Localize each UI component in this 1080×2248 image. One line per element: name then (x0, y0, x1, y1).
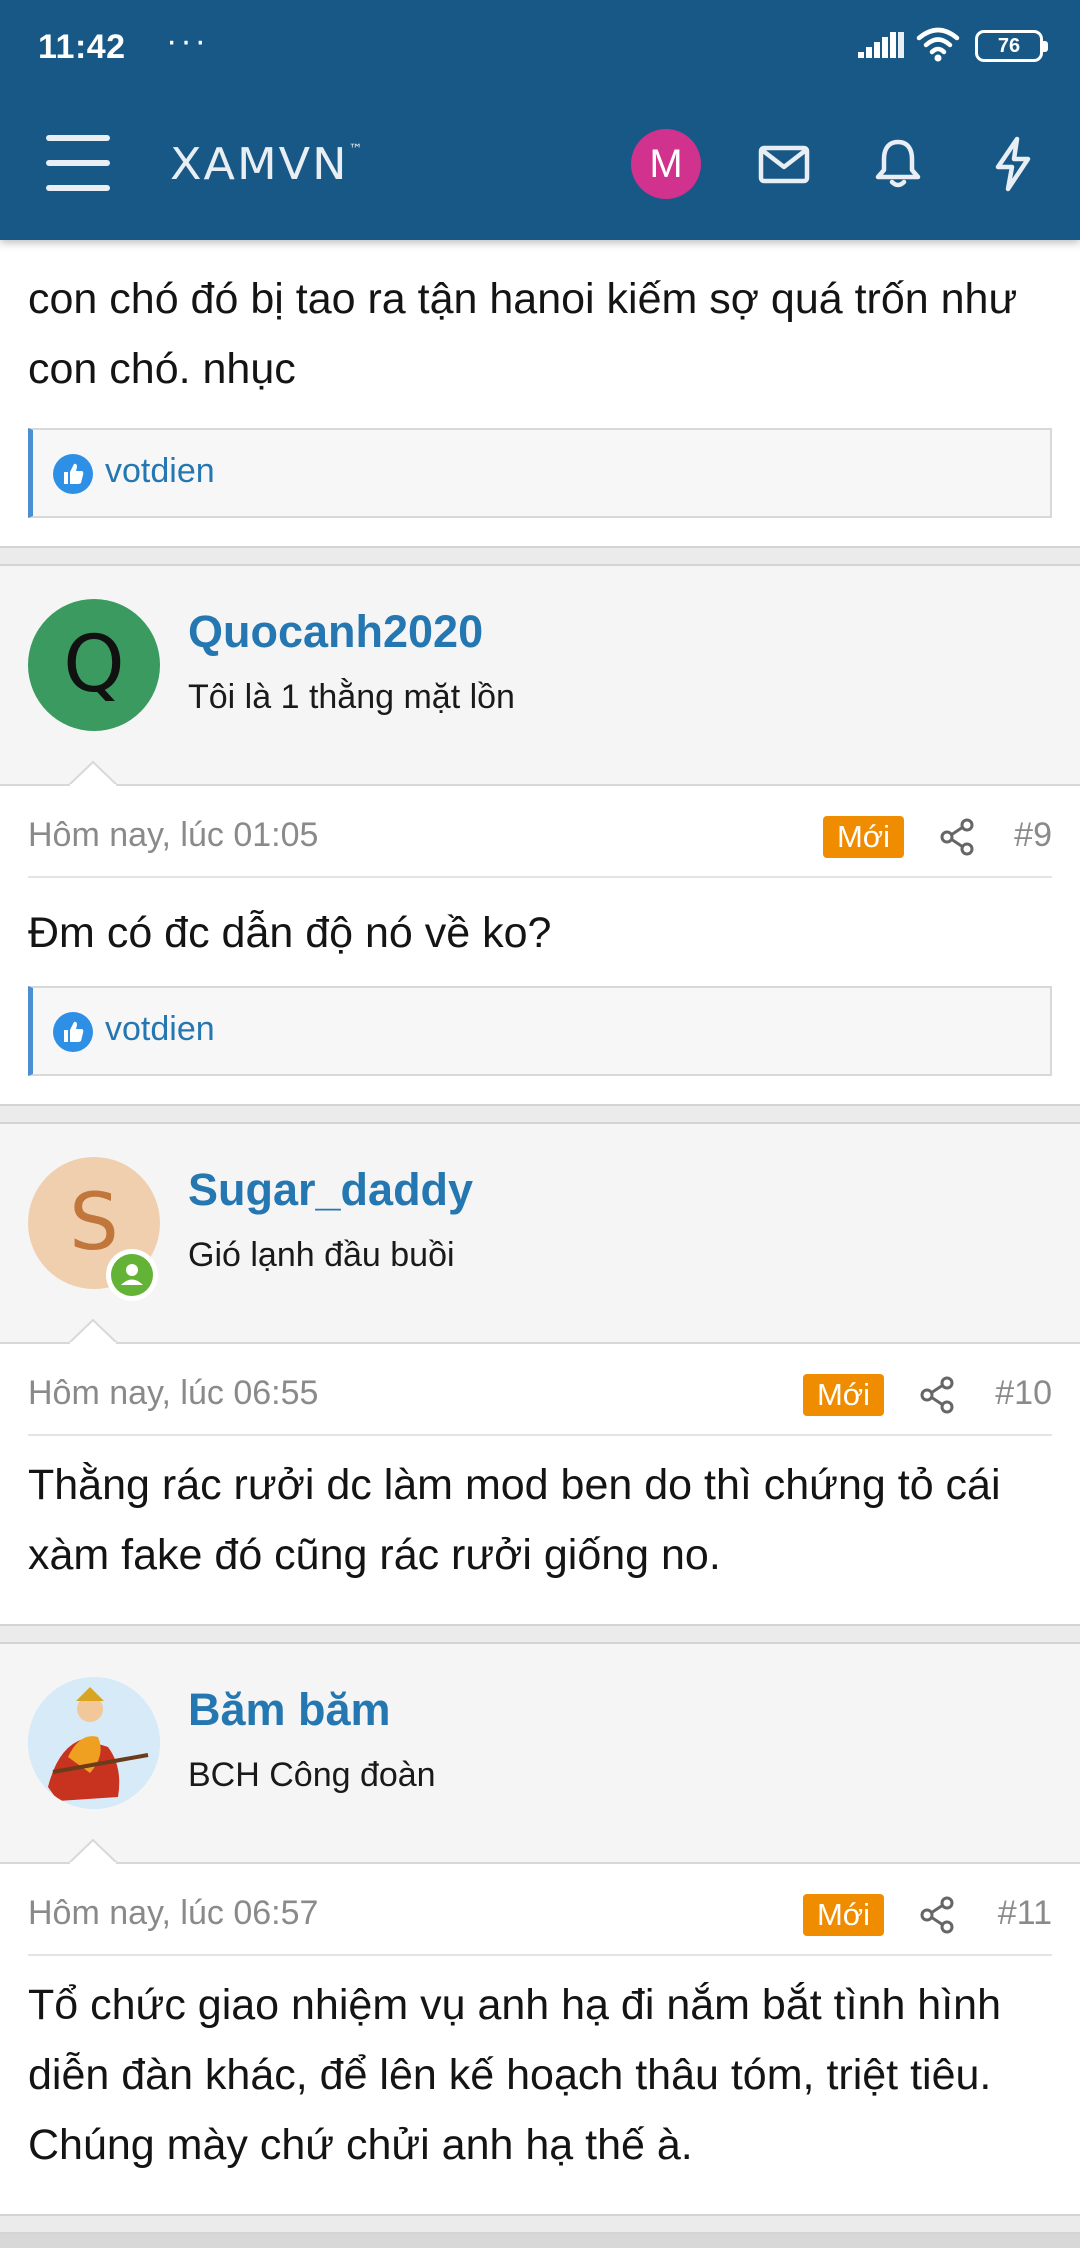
post-separator (0, 1104, 1080, 1124)
post-number[interactable]: #10 (995, 1374, 1052, 1413)
post-message: Tổ chức giao nhiệm vụ anh hạ đi nắm bắt … (28, 1981, 1002, 2169)
menu-icon[interactable] (46, 135, 112, 191)
status-more-icon: ··· (166, 22, 209, 60)
post-message: con chó đó bị tao ra tận hanoi kiếm sợ q… (28, 275, 1018, 393)
post-message: Thằng rác rưởi dc làm mod ben do thì chứ… (28, 1461, 1001, 1579)
status-bar: 11:42 ··· 76 (0, 0, 1080, 95)
post-separator (0, 546, 1080, 566)
author-title: BCH Công đoàn (188, 1756, 436, 1794)
author-username[interactable]: Băm băm (188, 1684, 391, 1736)
bell-icon[interactable] (869, 135, 927, 193)
reaction-user[interactable]: votdien (105, 452, 215, 491)
post-11: Hôm nay, lúc 06:57 Mới #11 Tổ chức giao … (0, 1864, 1080, 2214)
author-title: Tôi là 1 thằng mặt lồn (188, 678, 515, 716)
app-header: XAMVN™ M (0, 95, 1080, 240)
new-badge: Mới (802, 1374, 884, 1416)
reaction-bar[interactable]: votdien (28, 986, 1052, 1076)
post-author: Băm băm BCH Công đoàn (0, 1644, 1080, 1864)
author-username[interactable]: Sugar_daddy (188, 1164, 473, 1216)
post-9: Hôm nay, lúc 01:05 Mới #9 Đm có đc dẫn đ… (0, 786, 1080, 1104)
arrow-notch (68, 760, 118, 786)
user-avatar[interactable]: M (631, 129, 701, 199)
arrow-notch (68, 1838, 118, 1864)
signal-icon (858, 32, 904, 58)
author-username[interactable]: Quocanh2020 (188, 606, 483, 658)
post-meta: Hôm nay, lúc 06:55 Mới #10 (28, 1344, 1052, 1436)
new-badge: Mới (802, 1894, 884, 1936)
post-meta: Hôm nay, lúc 01:05 Mới #9 (28, 786, 1052, 878)
online-status-icon (106, 1249, 158, 1301)
author-avatar[interactable]: Q (28, 599, 160, 731)
like-icon (53, 454, 93, 494)
post-number[interactable]: #9 (1014, 816, 1052, 855)
post-date[interactable]: Hôm nay, lúc 06:57 (28, 1894, 318, 1933)
bolt-icon[interactable] (984, 135, 1042, 193)
arrow-notch (68, 1318, 118, 1344)
top-bar: 11:42 ··· 76 XAMVN™ M (0, 0, 1080, 240)
wifi-icon (916, 27, 960, 62)
post-number[interactable]: #11 (998, 1894, 1052, 1933)
post-separator (0, 1624, 1080, 1644)
thread-content: con chó đó bị tao ra tận hanoi kiếm sợ q… (0, 240, 1080, 2234)
like-icon (53, 1012, 93, 1052)
status-time: 11:42 (38, 28, 126, 66)
site-logo[interactable]: XAMVN™ (170, 138, 365, 189)
share-icon[interactable] (938, 817, 976, 857)
post-meta: Hôm nay, lúc 06:57 Mới #11 (28, 1864, 1052, 1956)
post-10: Hôm nay, lúc 06:55 Mới #10 Thằng rác rưở… (0, 1344, 1080, 1624)
share-icon[interactable] (918, 1375, 956, 1415)
post-date[interactable]: Hôm nay, lúc 06:55 (28, 1374, 318, 1413)
post-separator (0, 2214, 1080, 2234)
post-author: S Sugar_daddy Gió lạnh đầu buồi (0, 1124, 1080, 1344)
mail-icon[interactable] (755, 135, 813, 193)
new-badge: Mới (822, 816, 904, 858)
battery-indicator: 76 (975, 30, 1048, 62)
author-avatar[interactable] (28, 1677, 160, 1809)
reaction-user[interactable]: votdien (105, 1010, 215, 1049)
share-icon[interactable] (918, 1895, 956, 1935)
post-previous: con chó đó bị tao ra tận hanoi kiếm sợ q… (0, 240, 1080, 546)
post-author: Q Quocanh2020 Tôi là 1 thằng mặt lồn (0, 566, 1080, 786)
post-message: Đm có đc dẫn độ nó về ko? (28, 909, 552, 957)
post-date[interactable]: Hôm nay, lúc 01:05 (28, 816, 318, 855)
reaction-bar[interactable]: votdien (28, 428, 1052, 518)
author-title: Gió lạnh đầu buồi (188, 1236, 455, 1274)
